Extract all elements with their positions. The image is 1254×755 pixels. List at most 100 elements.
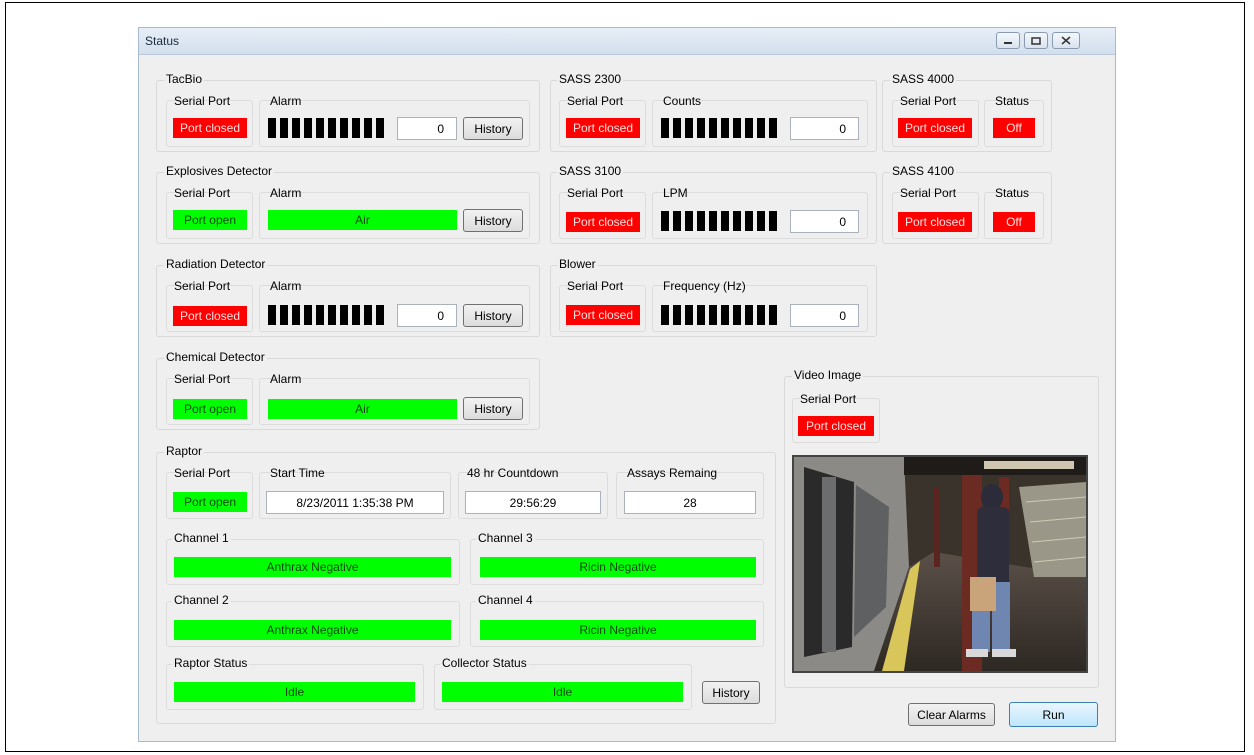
meter-bar: [745, 211, 753, 231]
meter-bar: [685, 118, 693, 138]
video-port-status: Port closed: [798, 416, 874, 436]
blower-title: Blower: [557, 257, 598, 271]
meter-bar: [316, 118, 324, 138]
meter-bar: [661, 211, 669, 231]
collector-status-indicator: Idle: [442, 682, 683, 702]
channel-1-indicator: Anthrax Negative: [174, 557, 451, 577]
close-button[interactable]: [1052, 32, 1080, 49]
collector-status-label: Collector Status: [440, 656, 529, 670]
run-button[interactable]: Run: [1009, 702, 1098, 727]
sass4100-serial-label: Serial Port: [900, 186, 957, 200]
raptor-title: Raptor: [164, 444, 205, 458]
sass4000-port-status: Port closed: [898, 118, 972, 138]
meter-bar: [268, 305, 276, 325]
meter-bar: [709, 305, 717, 325]
meter-bar: [304, 118, 312, 138]
sass4100-title: SASS 4100: [890, 164, 957, 178]
raptor-start-time-label: Start Time: [270, 466, 325, 480]
meter-bar: [352, 118, 360, 138]
raptor-assays-label: Assays Remaing: [627, 466, 718, 480]
maximize-icon: [1031, 36, 1041, 45]
meter-bar: [733, 305, 741, 325]
meter-bar: [364, 118, 372, 138]
meter-bar: [709, 118, 717, 138]
meter-bar: [769, 305, 777, 325]
minimize-icon: [1004, 41, 1012, 44]
subway-platform-image: [794, 457, 1086, 671]
meter-bar: [685, 211, 693, 231]
radiation-title: Radiation Detector: [164, 257, 268, 271]
window-title: Status: [145, 34, 180, 48]
blower-port-status: Port closed: [566, 305, 640, 325]
raptor-history-button[interactable]: History: [702, 681, 760, 704]
channel-3-label: Channel 3: [476, 531, 535, 545]
chemical-history-button[interactable]: History: [463, 397, 523, 420]
sass2300-title: SASS 2300: [557, 72, 624, 86]
meter-bar: [757, 118, 765, 138]
meter-bar: [340, 305, 348, 325]
channel-3-indicator: Ricin Negative: [480, 557, 756, 577]
meter-bar: [376, 305, 384, 325]
sass4000-serial-label: Serial Port: [900, 94, 957, 108]
meter-bar: [697, 211, 705, 231]
blower-serial-label: Serial Port: [567, 279, 624, 293]
explosives-port-status: Port open: [173, 210, 247, 230]
meter-bar: [769, 118, 777, 138]
sass3100-title: SASS 3100: [557, 164, 624, 178]
channel-4-label: Channel 4: [476, 593, 535, 607]
channel-2-indicator: Anthrax Negative: [174, 620, 451, 640]
meter-bar: [364, 305, 372, 325]
meter-bar: [328, 305, 336, 325]
meter-bar: [673, 211, 681, 231]
explosives-history-button[interactable]: History: [463, 209, 523, 232]
radiation-history-button[interactable]: History: [463, 304, 523, 327]
tacbio-serial-label: Serial Port: [174, 94, 231, 108]
sass2300-value-field[interactable]: 0: [790, 117, 859, 140]
sass4000-title: SASS 4000: [890, 72, 957, 86]
radiation-port-status: Port closed: [173, 306, 247, 326]
blower-level-meter: [661, 305, 777, 325]
tacbio-level-meter: [268, 118, 384, 138]
meter-bar: [673, 305, 681, 325]
sass4000-status-label: Status: [995, 94, 1030, 108]
sass2300-port-status: Port closed: [566, 118, 640, 138]
meter-bar: [268, 118, 276, 138]
meter-bar: [697, 118, 705, 138]
raptor-serial-label: Serial Port: [174, 466, 231, 480]
meter-bar: [757, 211, 765, 231]
meter-bar: [304, 305, 312, 325]
meter-bar: [721, 118, 729, 138]
tacbio-port-status: Port closed: [173, 118, 247, 138]
meter-bar: [673, 118, 681, 138]
clear-alarms-button[interactable]: Clear Alarms: [908, 703, 995, 726]
sass3100-value-field[interactable]: 0: [790, 210, 859, 233]
explosives-title: Explosives Detector: [164, 164, 275, 178]
maximize-button[interactable]: [1024, 32, 1048, 49]
blower-value-field[interactable]: 0: [790, 304, 859, 327]
sass3100-lpm-label: LPM: [663, 186, 688, 200]
meter-bar: [757, 305, 765, 325]
video-title: Video Image: [792, 368, 864, 382]
sass3100-port-status: Port closed: [566, 212, 640, 232]
meter-bar: [661, 118, 669, 138]
radiation-alarm-label: Alarm: [270, 279, 302, 293]
blower-frequency-label: Frequency (Hz): [663, 279, 746, 293]
meter-bar: [316, 305, 324, 325]
raptor-start-time-field[interactable]: 8/23/2011 1:35:38 PM: [266, 491, 444, 514]
close-icon: [1061, 36, 1071, 45]
radiation-value-field[interactable]: 0: [397, 304, 457, 327]
meter-bar: [721, 211, 729, 231]
meter-bar: [733, 118, 741, 138]
tacbio-value-field[interactable]: 0: [397, 117, 457, 140]
meter-bar: [697, 305, 705, 325]
sass2300-level-meter: [661, 118, 777, 138]
channel-2-label: Channel 2: [172, 593, 231, 607]
meter-bar: [340, 118, 348, 138]
title-bar: Status: [139, 28, 1115, 55]
raptor-assays-field[interactable]: 28: [624, 491, 756, 514]
tacbio-history-button[interactable]: History: [463, 117, 523, 140]
raptor-status-indicator: Idle: [174, 682, 415, 702]
raptor-countdown-field[interactable]: 29:56:29: [465, 491, 601, 514]
minimize-button[interactable]: [996, 32, 1020, 49]
sass2300-counts-label: Counts: [663, 94, 702, 108]
